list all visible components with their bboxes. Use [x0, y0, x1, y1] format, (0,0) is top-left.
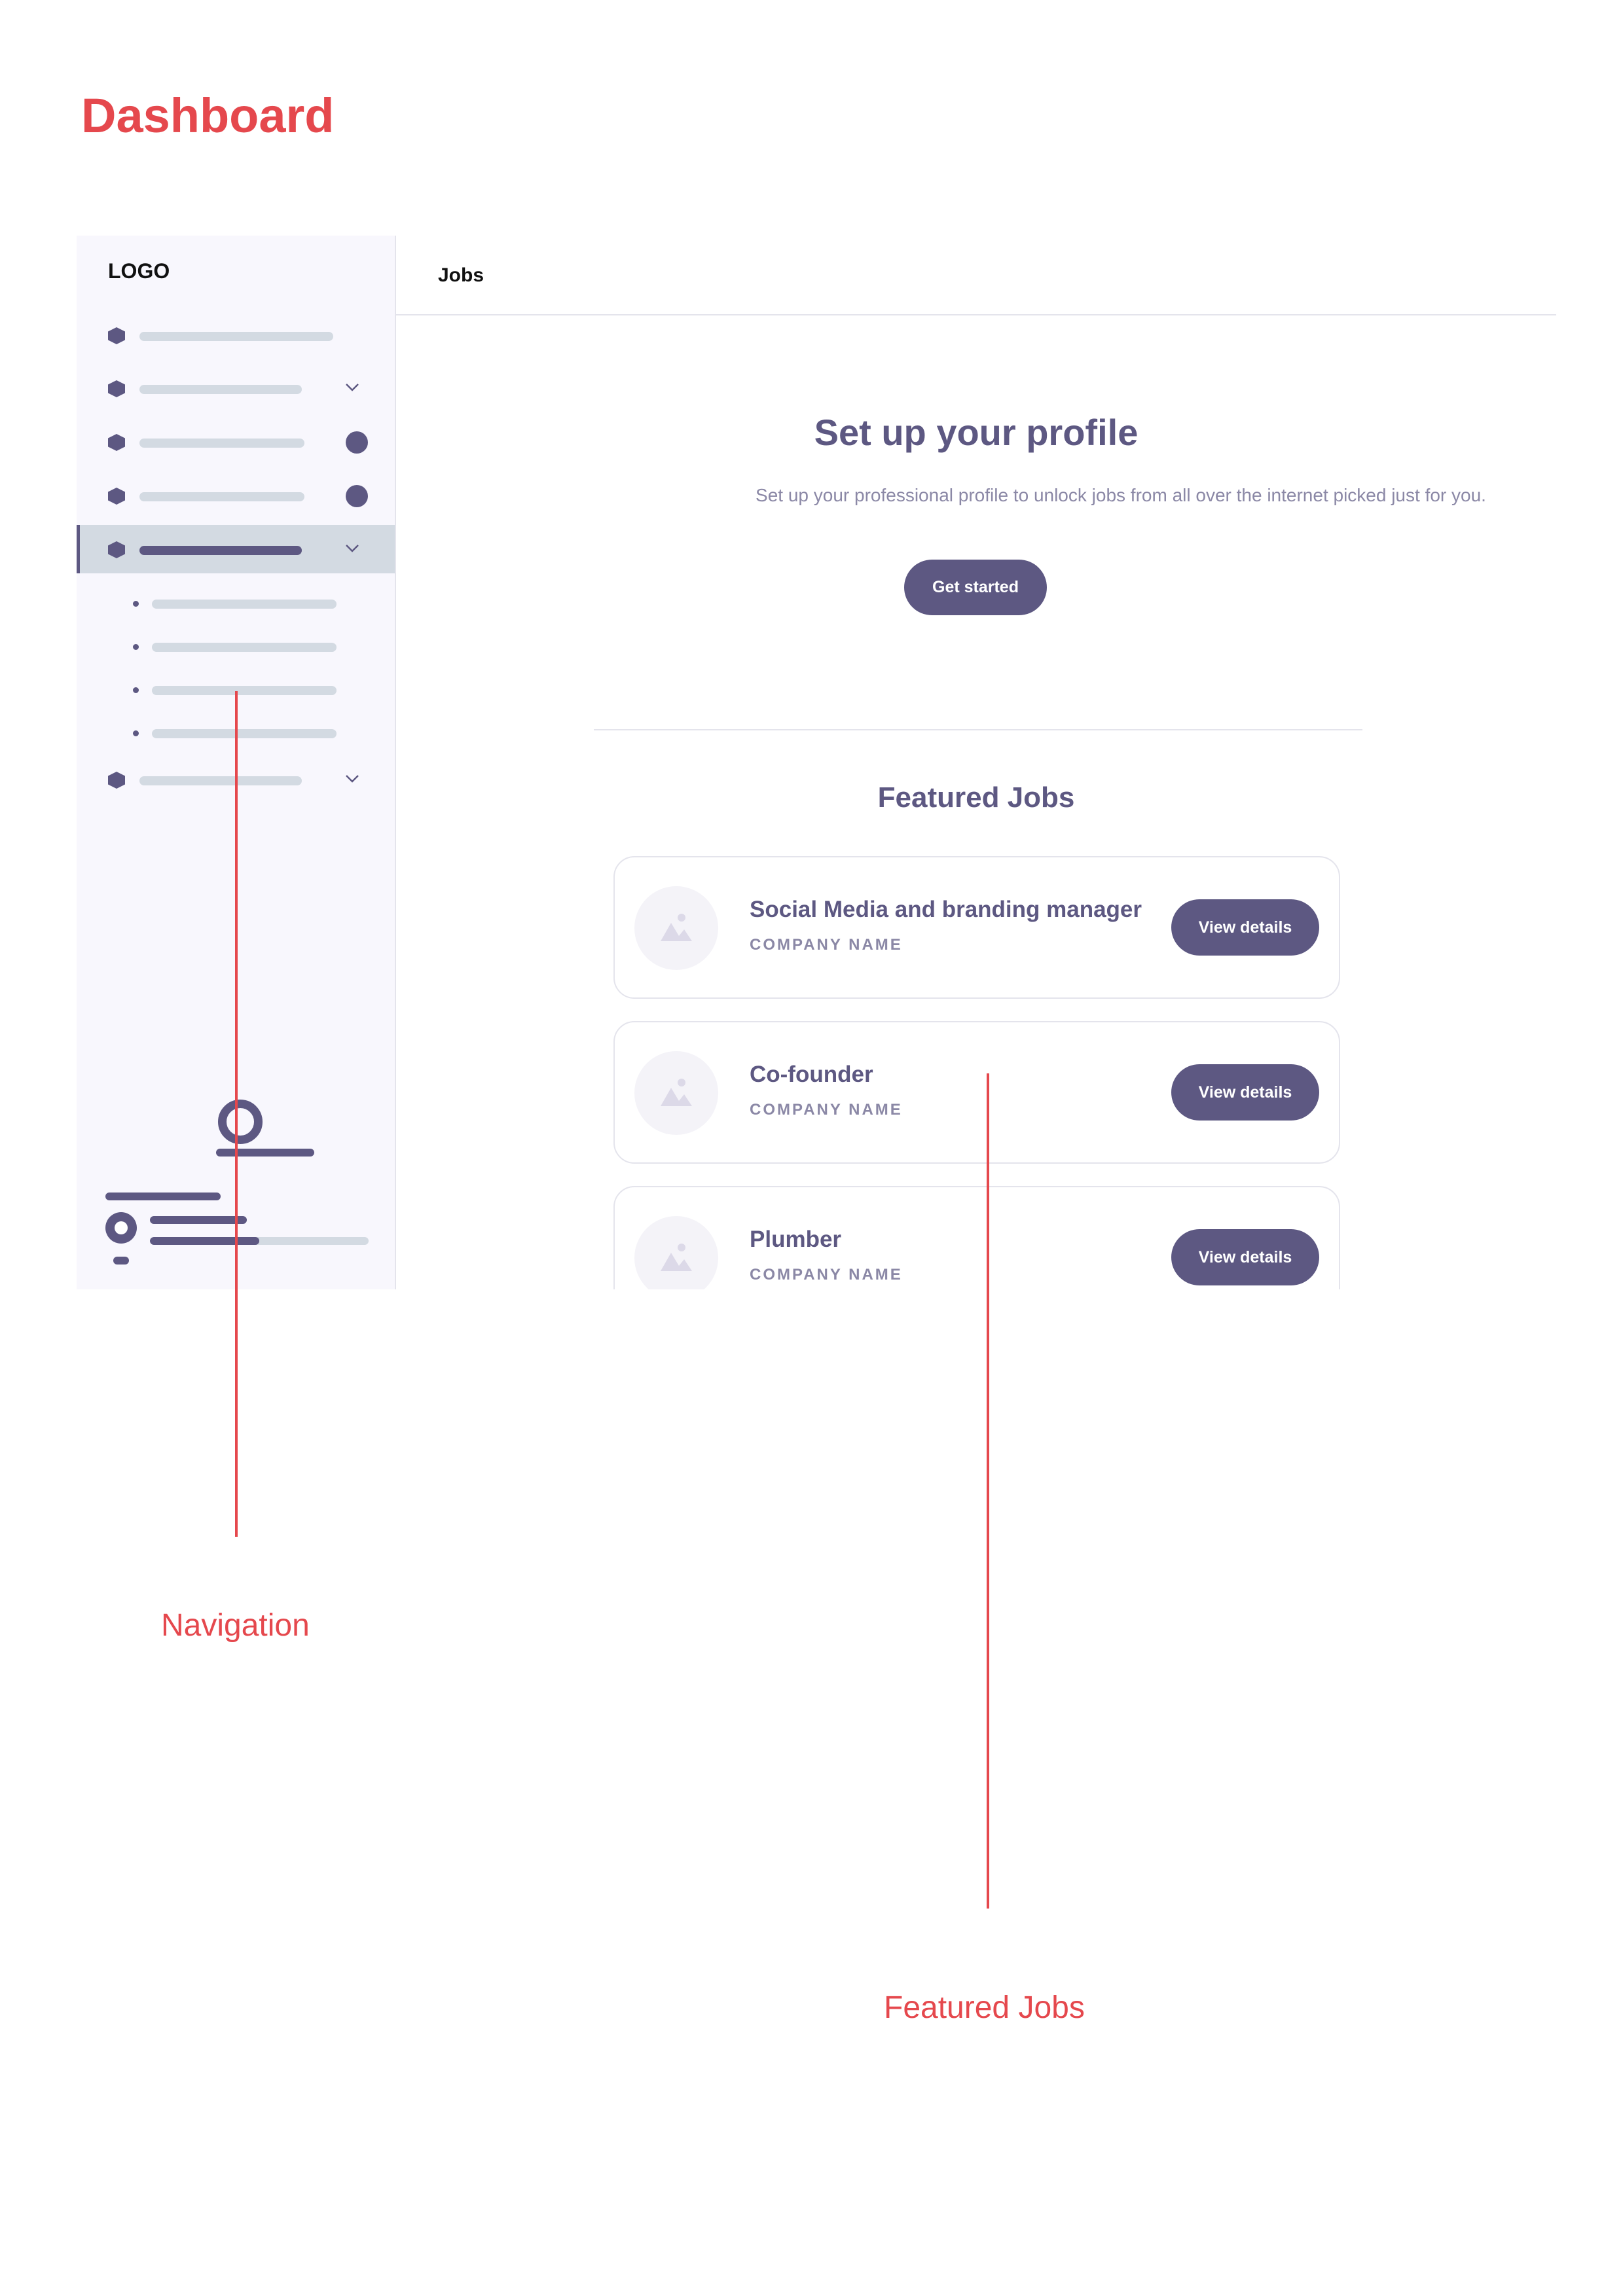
sidebar-item-1[interactable]	[77, 311, 395, 359]
top-bar: Jobs	[396, 236, 1556, 315]
section-divider	[594, 729, 1362, 730]
sidebar-item-label-placeholder	[139, 385, 302, 394]
view-details-button[interactable]: View details	[1171, 1229, 1319, 1285]
view-details-button[interactable]: View details	[1171, 899, 1319, 956]
job-card[interactable]: Social Media and branding manager COMPAN…	[613, 856, 1340, 999]
sidebar-subitem-2[interactable]	[77, 627, 395, 666]
job-title[interactable]: Plumber	[750, 1227, 841, 1253]
featured-jobs-annotation-label: Featured Jobs	[884, 1990, 1085, 2025]
job-title[interactable]: Co-founder	[750, 1062, 873, 1088]
user-detail-placeholder	[150, 1216, 247, 1224]
image-placeholder-icon	[634, 1216, 718, 1289]
subitem-label-placeholder	[152, 729, 337, 738]
chevron-down-icon[interactable]	[344, 378, 361, 395]
profile-setup-description: Set up your professional profile to unlo…	[756, 485, 1486, 505]
notification-badge	[346, 431, 368, 454]
job-card[interactable]: Co-founder COMPANY NAME View details	[613, 1021, 1340, 1164]
hexagon-icon	[108, 541, 125, 558]
sidebar-item-5-active[interactable]	[77, 525, 395, 573]
user-meta-placeholder	[113, 1257, 129, 1265]
sidebar-item-label-placeholder	[139, 492, 304, 501]
hexagon-icon	[108, 434, 125, 451]
active-indicator	[77, 525, 80, 573]
sidebar-item-label-placeholder	[139, 439, 304, 448]
avatar[interactable]	[105, 1212, 137, 1244]
app-frame: LOGO Jobs Set up your profile Set up you…	[77, 236, 1556, 1289]
view-details-button[interactable]: View details	[1171, 1064, 1319, 1121]
company-name: COMPANY NAME	[750, 936, 903, 954]
hexagon-icon	[108, 772, 125, 789]
promo-text-placeholder	[216, 1149, 314, 1157]
bullet-icon	[133, 687, 139, 693]
hexagon-icon	[108, 327, 125, 344]
job-card[interactable]: Plumber COMPANY NAME View details	[613, 1186, 1340, 1289]
sidebar-item-label-placeholder	[139, 332, 333, 341]
featured-jobs-title: Featured Jobs	[877, 781, 1075, 814]
chevron-down-icon[interactable]	[344, 770, 361, 787]
navigation-annotation-line	[235, 691, 238, 1537]
sidebar-item-label-placeholder	[139, 776, 302, 785]
tab-jobs[interactable]: Jobs	[438, 264, 484, 287]
ring-icon	[218, 1100, 263, 1144]
user-name-placeholder	[105, 1193, 221, 1200]
hexagon-icon	[108, 488, 125, 505]
chevron-down-icon[interactable]	[344, 539, 361, 556]
featured-jobs-annotation-line	[987, 1073, 989, 1909]
avatar-icon	[115, 1221, 128, 1234]
profile-setup-title: Set up your profile	[814, 412, 1139, 453]
hexagon-icon	[108, 380, 125, 397]
sidebar-item-label-placeholder	[139, 546, 302, 555]
progress-fill	[150, 1237, 259, 1245]
profile-progress-bar	[150, 1237, 369, 1245]
page-title: Dashboard	[81, 88, 335, 143]
sidebar-item-3[interactable]	[77, 418, 395, 466]
logo: LOGO	[108, 259, 170, 283]
bullet-icon	[133, 730, 139, 736]
notification-badge	[346, 485, 368, 507]
sidebar-subitem-1[interactable]	[77, 584, 395, 623]
subitem-label-placeholder	[152, 686, 337, 695]
bullet-icon	[133, 601, 139, 607]
bullet-icon	[133, 644, 139, 650]
job-title[interactable]: Social Media and branding manager	[750, 897, 1142, 923]
image-placeholder-icon	[634, 886, 718, 970]
subitem-label-placeholder	[152, 643, 337, 652]
image-placeholder-icon	[634, 1051, 718, 1135]
company-name: COMPANY NAME	[750, 1101, 903, 1119]
sidebar-item-2[interactable]	[77, 364, 395, 412]
sidebar-item-4[interactable]	[77, 471, 395, 520]
subitem-label-placeholder	[152, 600, 337, 609]
get-started-button[interactable]: Get started	[904, 560, 1047, 615]
navigation-annotation-label: Navigation	[161, 1608, 310, 1643]
company-name: COMPANY NAME	[750, 1266, 903, 1283]
